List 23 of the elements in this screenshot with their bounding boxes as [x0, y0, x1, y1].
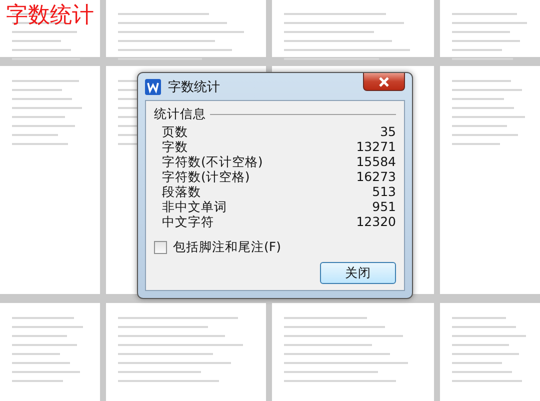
stat-value: 513 — [372, 184, 396, 199]
stat-label: 段落数 — [162, 184, 201, 199]
banner-title: 字数统计 — [6, 4, 94, 28]
stat-value: 12320 — [356, 214, 396, 229]
stat-value: 15584 — [356, 154, 396, 169]
stat-label: 字符数(计空格) — [162, 169, 250, 184]
checkbox[interactable] — [154, 241, 167, 254]
stat-label: 中文字符 — [162, 214, 214, 229]
stat-label: 非中文单词 — [162, 199, 227, 214]
stat-value: 16273 — [356, 169, 396, 184]
stat-value: 13271 — [356, 139, 396, 154]
stat-value: 35 — [380, 124, 396, 139]
close-button[interactable] — [363, 73, 405, 91]
stat-label: 页数 — [162, 124, 188, 139]
group-label: 统计信息 — [154, 106, 206, 123]
checkbox-label[interactable]: 包括脚注和尾注(F) — [173, 239, 281, 256]
dialog-title: 字数统计 — [168, 78, 221, 96]
close-dialog-button[interactable]: 关闭 — [320, 262, 396, 284]
w-logo-icon — [145, 78, 161, 94]
stat-label: 字符数(不计空格) — [162, 154, 263, 169]
stat-label: 字数 — [162, 139, 188, 154]
stat-value: 951 — [372, 199, 396, 214]
close-icon — [378, 76, 390, 86]
